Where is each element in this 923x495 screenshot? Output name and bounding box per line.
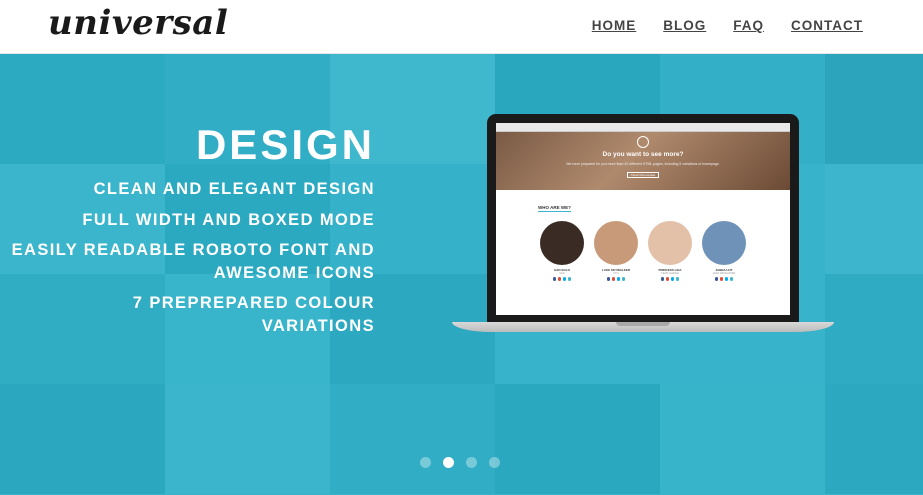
preview-team-member: LUKE SKYWALKER CTO [592, 221, 640, 281]
site-logo[interactable]: universal [48, 3, 228, 43]
preview-member-role: CEO [559, 272, 565, 275]
hero-feature-line: CLEAN AND ELEGANT DESIGN [93, 180, 375, 198]
carousel-dot[interactable] [466, 457, 477, 468]
preview-member-role: CTO [613, 272, 619, 275]
preview-social-icons [646, 277, 694, 281]
nav-blog-link[interactable]: BLOG [663, 18, 706, 33]
hero-feature-line: VARIATIONS [261, 316, 375, 335]
laptop-screen: Do you want to see more? We have prepare… [496, 123, 790, 315]
preview-team-member: PRINCESS LEIA TEAM LEADER [646, 221, 694, 281]
browser-bar [496, 123, 790, 132]
preview-hero-button: Check this template [627, 172, 659, 178]
hero-title: DESIGN [195, 121, 375, 168]
preview-team-member: JABBA HUT LEAD DEVELOPER [700, 221, 748, 281]
preview-member-role: LEAD DEVELOPER [712, 272, 736, 275]
laptop-notch [616, 322, 670, 326]
hero-slider: DESIGN CLEAN AND ELEGANT DESIGN FULL WID… [0, 54, 923, 495]
nav-faq-link[interactable]: FAQ [733, 18, 764, 33]
laptop-screen-bezel: Do you want to see more? We have prepare… [487, 114, 799, 324]
hero-feature: 7 PREPREPARED COLOUR VARIATIONS [12, 292, 375, 337]
carousel-pagination [420, 457, 500, 468]
nav-home-link[interactable]: HOME [592, 18, 637, 33]
preview-hero-title: Do you want to see more? [602, 151, 684, 158]
preview-section-title: WHO ARE WE? [538, 205, 571, 212]
hero-feature-line: FULL WIDTH AND BOXED MODE [82, 210, 375, 229]
site-header: universal HOME BLOG FAQ CONTACT [0, 0, 923, 54]
hero-copy: DESIGN CLEAN AND ELEGANT DESIGN FULL WID… [12, 122, 375, 337]
carousel-dot[interactable] [489, 457, 500, 468]
hero-feature-line: EASILY READABLE ROBOTO FONT AND [11, 241, 375, 259]
preview-member-role: TEAM LEADER [661, 272, 679, 275]
hero-feature: FULL WIDTH AND BOXED MODE [12, 209, 375, 232]
hero-feature-line: 7 PREPREPARED COLOUR [132, 294, 375, 312]
carousel-dot-active[interactable] [443, 457, 454, 468]
nav-contact-link[interactable]: CONTACT [791, 18, 863, 33]
preview-social-icons [538, 277, 586, 281]
preview-hero-subtitle: We have prepared for you more than 40 di… [566, 162, 720, 166]
preview-team-section: WHO ARE WE? HAN SOLO CEO LUKE SKYWALKER … [496, 190, 790, 287]
preview-team-list: HAN SOLO CEO LUKE SKYWALKER CTO PRINCESS… [538, 221, 748, 281]
hero-feature: CLEAN AND ELEGANT DESIGN [12, 178, 375, 201]
preview-hero: Do you want to see more? We have prepare… [496, 132, 790, 190]
preview-social-icons [700, 277, 748, 281]
hero-feature-line: AWESOME ICONS [213, 263, 375, 282]
avatar [540, 221, 584, 265]
laptop-mockup-image: Do you want to see more? We have prepare… [452, 114, 834, 334]
carousel-dot[interactable] [420, 457, 431, 468]
main-nav: HOME BLOG FAQ CONTACT [592, 18, 863, 33]
avatar [594, 221, 638, 265]
preview-social-icons [592, 277, 640, 281]
hero-feature: EASILY READABLE ROBOTO FONT AND AWESOME … [12, 239, 375, 284]
preview-team-member: HAN SOLO CEO [538, 221, 586, 281]
avatar [648, 221, 692, 265]
preview-hero-icon [637, 136, 649, 148]
avatar [702, 221, 746, 265]
